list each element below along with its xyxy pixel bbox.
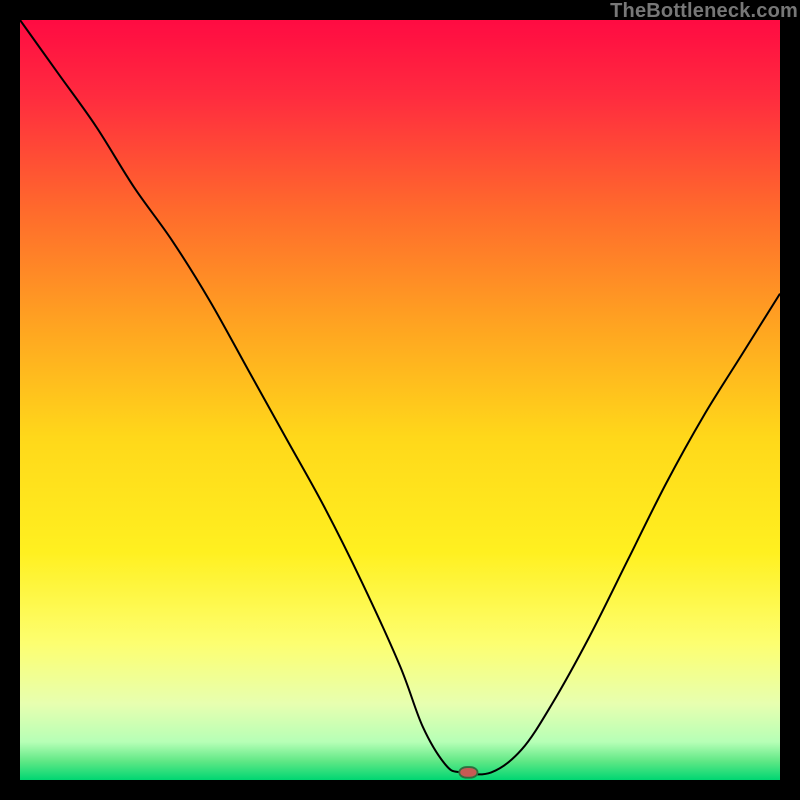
plot-area [20, 20, 780, 780]
optimal-marker [459, 767, 477, 778]
watermark: TheBottleneck.com [610, 0, 798, 23]
chart-frame: TheBottleneck.com [0, 0, 800, 800]
curve-line [20, 20, 780, 774]
bottleneck-curve [20, 20, 780, 780]
